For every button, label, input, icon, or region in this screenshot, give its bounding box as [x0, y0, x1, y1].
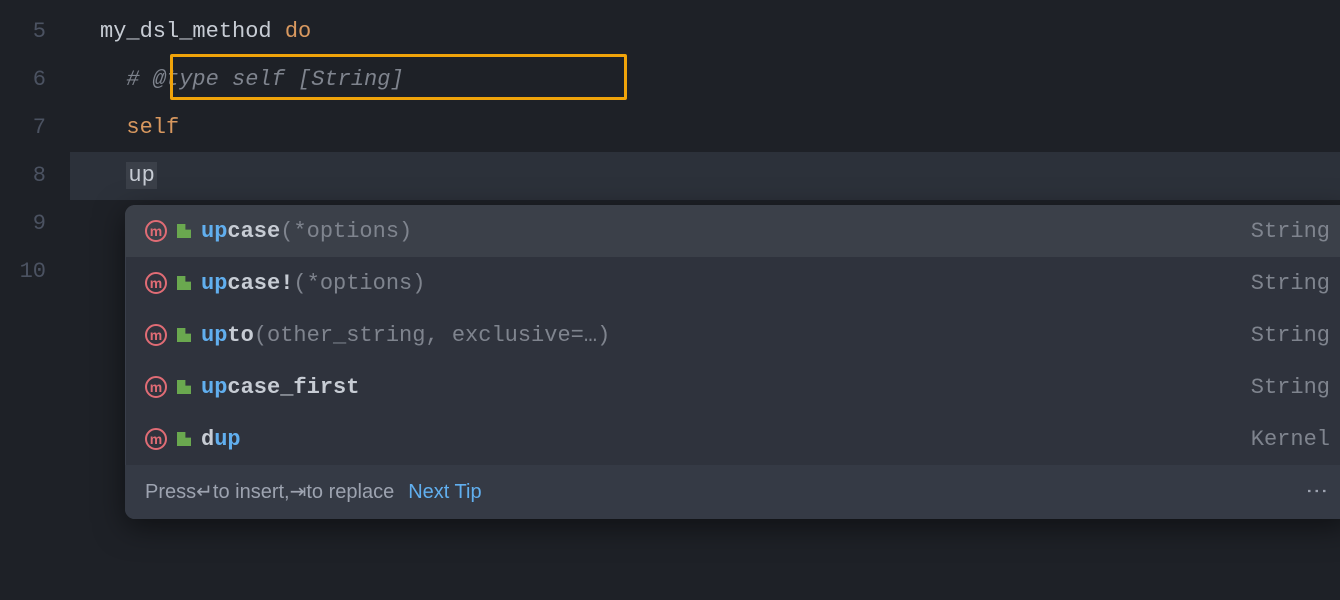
completion-signature: upcase!(*options): [201, 271, 425, 296]
completion-return-type: String: [1251, 271, 1330, 296]
autocomplete-item[interactable]: m dup Kernel: [125, 413, 1340, 465]
method-icon: m: [145, 428, 167, 450]
completion-return-type: String: [1251, 375, 1330, 400]
autocomplete-popup: m upcase(*options) String m upcase!(*options…: [125, 205, 1340, 519]
autocomplete-footer: Press ↵ to insert, ⇥ to replace Next Tip…: [125, 465, 1340, 519]
line-number-gutter: 5 6 7 8 9 10: [0, 0, 70, 600]
tab-key-icon: ⇥: [290, 479, 307, 505]
identifier: my_dsl_method: [100, 19, 285, 44]
method-icon: m: [145, 324, 167, 346]
autocomplete-item[interactable]: m upcase_first String: [125, 361, 1340, 413]
completion-return-type: Kernel: [1251, 427, 1330, 452]
visibility-icon: [177, 432, 191, 446]
line-number: 7: [0, 104, 70, 152]
line-number: 8: [0, 152, 70, 200]
method-icon: m: [145, 376, 167, 398]
line-number: 6: [0, 56, 70, 104]
type-annotation-comment: # @type self [String]: [126, 67, 403, 92]
keyword-self: self: [126, 115, 179, 140]
completion-signature: upcase_first: [201, 375, 359, 400]
completion-return-type: String: [1251, 219, 1330, 244]
completion-signature: dup: [201, 427, 241, 452]
method-icon: m: [145, 272, 167, 294]
footer-text: Press: [145, 481, 196, 504]
visibility-icon: [177, 224, 191, 238]
footer-text: to replace: [306, 481, 394, 504]
completion-signature: upto(other_string, exclusive=…): [201, 323, 610, 348]
autocomplete-item[interactable]: m upcase(*options) String: [125, 205, 1340, 257]
code-line[interactable]: my_dsl_method do: [70, 8, 1340, 56]
completion-return-type: String: [1251, 323, 1330, 348]
code-line-active[interactable]: up: [70, 152, 1340, 200]
autocomplete-item[interactable]: m upcase!(*options) String: [125, 257, 1340, 309]
keyword-do: do: [285, 19, 311, 44]
method-icon: m: [145, 220, 167, 242]
more-options-icon[interactable]: ⋮: [1304, 480, 1330, 504]
line-number: 9: [0, 200, 70, 248]
code-area[interactable]: my_dsl_method do # @type self [String] s…: [70, 0, 1340, 600]
footer-text: to insert,: [213, 481, 290, 504]
typed-text: up: [126, 162, 156, 189]
enter-key-icon: ↵: [196, 479, 213, 505]
next-tip-link[interactable]: Next Tip: [408, 481, 481, 504]
code-editor: 5 6 7 8 9 10 my_dsl_method do # @type se…: [0, 0, 1340, 600]
line-number: 5: [0, 8, 70, 56]
visibility-icon: [177, 328, 191, 342]
visibility-icon: [177, 380, 191, 394]
visibility-icon: [177, 276, 191, 290]
line-number: 10: [0, 248, 70, 296]
autocomplete-item[interactable]: m upto(other_string, exclusive=…) String: [125, 309, 1340, 361]
completion-signature: upcase(*options): [201, 219, 412, 244]
code-line[interactable]: # @type self [String]: [70, 56, 1340, 104]
code-line[interactable]: self: [70, 104, 1340, 152]
